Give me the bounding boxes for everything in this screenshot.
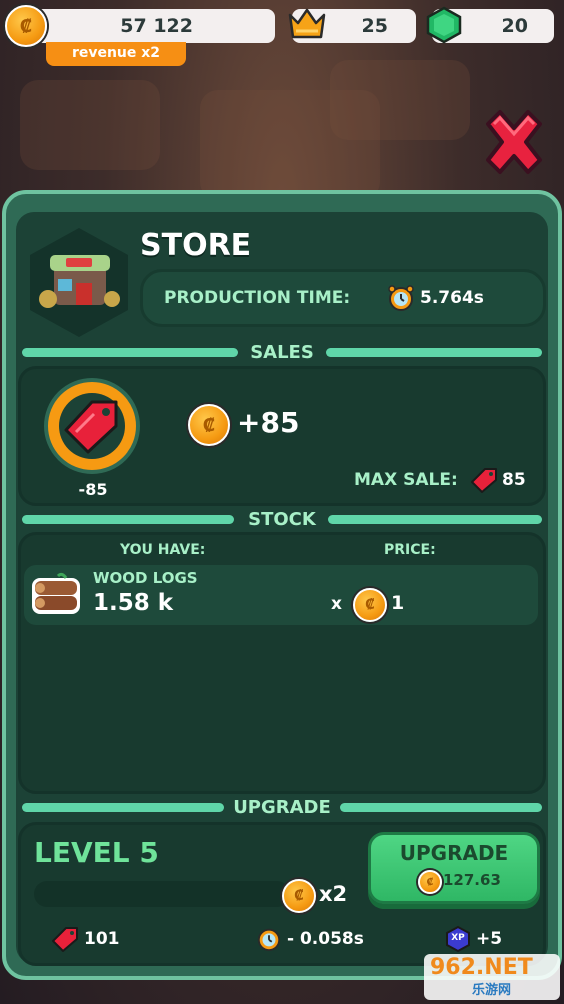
time-bonus: - 0.058s xyxy=(287,929,364,949)
close-icon[interactable] xyxy=(478,106,550,180)
price-value: 1 xyxy=(391,592,405,614)
coin-counter: 57 122 xyxy=(10,9,275,43)
background-tile xyxy=(330,60,470,140)
coin-icon: ₡ xyxy=(353,588,387,622)
coin-icon: ₡ xyxy=(282,879,316,913)
upgrade-multiplier: x2 xyxy=(319,882,348,906)
crown-icon xyxy=(288,8,326,39)
store-title: STORE xyxy=(140,228,252,263)
background-tile xyxy=(20,80,160,170)
max-sale-label: MAX SALE: xyxy=(354,470,458,490)
coin-icon: ₡ xyxy=(418,870,442,894)
stock-divider-right xyxy=(328,515,542,524)
stock-header: STOCK xyxy=(248,509,316,530)
coin-icon: ₡ xyxy=(188,404,230,446)
store-building-icon xyxy=(30,228,128,337)
wood-logs-icon xyxy=(32,572,80,614)
sale-timer-value: -85 xyxy=(78,480,108,499)
watermark-subtitle: 乐游网 xyxy=(472,983,512,998)
sales-divider-left xyxy=(22,348,238,357)
price-tag-icon xyxy=(471,468,497,493)
stock-item-name: WOOD LOGS xyxy=(93,569,198,587)
production-time-value: 5.764s xyxy=(420,288,484,308)
price-label: PRICE: xyxy=(384,542,436,558)
gem-icon xyxy=(426,6,462,44)
level-progress-bar xyxy=(34,881,290,907)
price-prefix: x xyxy=(331,594,342,614)
crown-amount: 25 xyxy=(361,15,388,37)
max-sale-value: 85 xyxy=(502,470,526,490)
xp-bonus: +5 xyxy=(476,929,503,949)
gem-amount: 20 xyxy=(501,15,528,37)
revenue-badge[interactable]: revenue x2 xyxy=(46,42,186,66)
price-tag-icon xyxy=(52,927,78,952)
you-have-label: YOU HAVE: xyxy=(120,542,206,558)
upgrade-divider-left xyxy=(22,803,224,812)
tag-bonus: 101 xyxy=(84,929,120,949)
xp-label: XP xyxy=(451,933,465,943)
coin-icon: ₡ xyxy=(5,5,47,47)
coin-amount: 57 122 xyxy=(120,15,193,37)
sales-header: SALES xyxy=(250,342,314,363)
sales-divider-right xyxy=(326,348,542,357)
alarm-clock-icon xyxy=(388,285,414,311)
upgrade-button-cost: 127.63 xyxy=(443,871,501,889)
price-tag-icon xyxy=(64,400,118,454)
upgrade-button-label: UPGRADE xyxy=(399,841,509,865)
sale-income: +85 xyxy=(237,406,300,439)
production-time-label: PRODUCTION TIME: xyxy=(164,288,351,308)
level-label: LEVEL 5 xyxy=(34,836,159,869)
upgrade-header: UPGRADE xyxy=(233,797,331,818)
watermark-brand: 962.NET xyxy=(430,955,533,980)
alarm-clock-icon xyxy=(257,928,281,952)
upgrade-divider-right xyxy=(340,803,542,812)
stock-item-amount: 1.58 k xyxy=(93,590,174,616)
stock-divider-left xyxy=(22,515,234,524)
